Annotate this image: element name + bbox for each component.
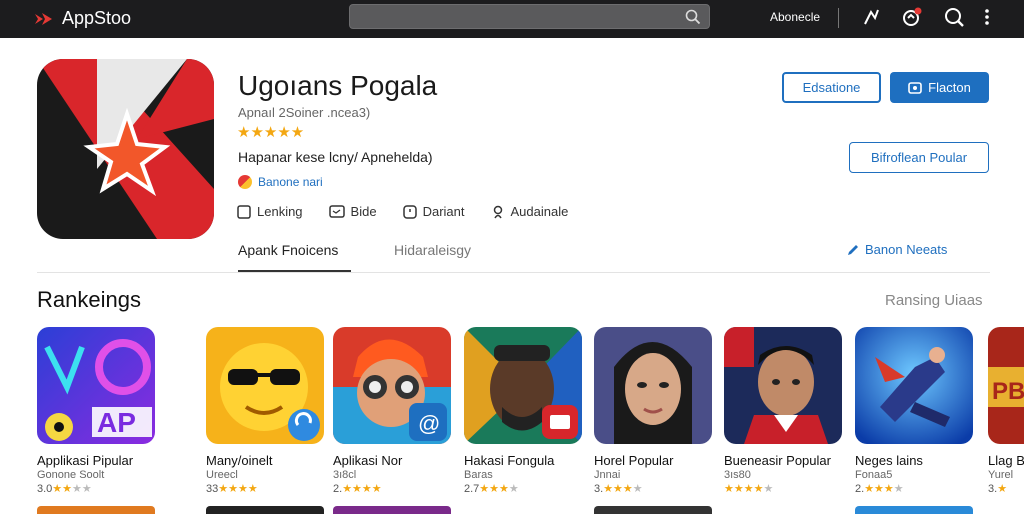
app-thumbnail[interactable]: @ <box>333 327 451 444</box>
app-subtitle: Apnaıl 2Soiner .ncea3) <box>238 105 371 120</box>
feature-list: Lenking Bide Dariant Audainale <box>237 204 594 219</box>
feature-item: Bide <box>328 204 377 219</box>
feature-item: Dariant <box>402 204 465 219</box>
svg-text:PBI: PBI <box>992 378 1024 405</box>
search-icon-top[interactable] <box>944 6 966 33</box>
app-rating: ★★★★★ <box>724 483 774 495</box>
search-input[interactable] <box>349 4 710 29</box>
app-thumbnail[interactable]: PBI <box>988 327 1024 444</box>
app-rating: 3.0★★★★ <box>37 483 92 495</box>
chat-icon <box>328 204 345 218</box>
topbar-separator <box>838 8 839 28</box>
app-category: Yurel <box>988 469 1014 481</box>
feature-label: Bide <box>350 204 377 219</box>
app-name: Hakasi Fongula <box>464 453 555 468</box>
nav-link[interactable]: Banon Neeats <box>846 242 947 257</box>
app-icon <box>37 59 214 239</box>
next-row-thumbnail <box>37 506 155 514</box>
app-thumbnail[interactable] <box>855 327 973 444</box>
app-rating: 2.★★★★ <box>333 483 382 495</box>
app-rating: 2.★★★★ <box>855 483 904 495</box>
app-thumbnail[interactable] <box>724 327 842 444</box>
app-title: Ugoıans Pogala <box>238 70 438 101</box>
section-divider <box>37 272 990 273</box>
user-label[interactable]: Abonecle <box>770 10 820 24</box>
tab-bar: Apank Fnoicens Hidaraleisgy <box>238 236 514 272</box>
app-card[interactable]: Neges lains Fonaa5 2.★★★★ <box>855 327 973 495</box>
more-icon[interactable] <box>982 6 992 33</box>
install-label: Flacton <box>928 80 971 95</box>
tab-overview[interactable]: Apank Fnoicens <box>238 236 351 272</box>
developer-name: Banone nari <box>258 175 323 189</box>
app-category: Gonone Soolt <box>37 469 105 481</box>
developer-link[interactable]: Banone nari <box>238 175 323 189</box>
see-all-link[interactable]: Ransing Uiaas <box>885 292 983 309</box>
app-card[interactable]: AP Applikasi Pipular Gonone Soolt 3.0★★★… <box>37 327 155 495</box>
share-icon[interactable] <box>862 6 882 33</box>
rankings-row: AP Applikasi Pipular Gonone Soolt 3.0★★★… <box>37 327 1024 517</box>
pencil-icon <box>848 244 858 255</box>
logo-icon <box>35 12 52 25</box>
install-icon <box>908 81 922 94</box>
app-description: Hapanar kese lcny/ Apnehelda) <box>238 149 433 165</box>
wishlist-button[interactable]: Bifroflean Poular <box>849 142 989 173</box>
next-row-thumbnail <box>333 506 451 514</box>
app-rating: 3.★ <box>988 483 1008 495</box>
tab-reviews[interactable]: Hidaraleisgy <box>394 236 471 272</box>
app-thumbnail[interactable] <box>206 327 324 444</box>
checkbox-icon <box>237 204 251 219</box>
app-category: Ureecl <box>206 469 238 481</box>
app-card[interactable]: Bueneasir Popular 3ıs80 ★★★★★ <box>724 327 842 495</box>
app-category: Jnnai <box>594 469 621 481</box>
app-name: Bueneasir Popular <box>724 453 831 468</box>
app-name: Aplikasi Nor <box>333 453 403 468</box>
app-category: 3ı8cl <box>333 469 357 481</box>
app-thumbnail[interactable]: AP <box>37 327 155 444</box>
svg-text:@: @ <box>418 411 440 436</box>
app-name: Many/oinelt <box>206 453 273 468</box>
app-card[interactable]: Many/oinelt Ureecl 33★★★★ <box>206 327 324 495</box>
developer-avatar <box>238 175 252 189</box>
app-category: Fonaa5 <box>855 469 893 481</box>
app-name: Neges lains <box>855 453 923 468</box>
feature-label: Audainale <box>510 204 569 219</box>
app-card[interactable]: Horel Popular Jnnai 3.★★★★ <box>594 327 712 495</box>
app-name: Llag B <box>988 453 1024 468</box>
nav-link-label: Banon Neeats <box>865 242 948 257</box>
feature-item: Audainale <box>491 204 569 219</box>
top-bar: AppStoo Abonecle <box>0 0 1024 38</box>
app-name: Horel Popular <box>594 453 674 468</box>
app-store-name: AppStoo <box>62 8 132 28</box>
search-icon[interactable] <box>685 9 701 30</box>
install-button[interactable]: Flacton <box>890 72 989 103</box>
next-row-thumbnail <box>855 506 973 514</box>
app-name: Applikasi Pipular <box>37 453 134 468</box>
feature-item: Lenking <box>237 204 303 219</box>
app-thumbnail[interactable] <box>594 327 712 444</box>
app-card[interactable]: @ Aplikasi Nor 3ı8cl 2.★★★★ <box>333 327 451 495</box>
app-category: Baras <box>464 469 493 481</box>
feature-label: Dariant <box>422 204 465 219</box>
secondary-action-button[interactable]: Edsatione <box>782 72 881 103</box>
app-rating-stars: ★★★★★ <box>237 124 305 141</box>
notification-icon[interactable] <box>900 6 924 33</box>
location-icon <box>493 205 502 218</box>
app-rating: 3.★★★★ <box>594 483 643 495</box>
app-card[interactable]: Hakasi Fongula Baras 2.7★★★★ <box>464 327 582 495</box>
app-rating: 33★★★★ <box>206 483 258 495</box>
app-card[interactable]: PBI Llag B Yurel 3.★ <box>988 327 1024 495</box>
app-store-logo[interactable]: AppStoo <box>34 8 131 29</box>
rankings-title: Rankeings <box>37 287 141 312</box>
next-row-thumbnail <box>206 506 324 514</box>
info-icon <box>402 204 417 219</box>
app-rating: 2.7★★★★ <box>464 483 519 495</box>
svg-text:AP: AP <box>97 407 136 438</box>
next-row-thumbnail <box>594 506 712 514</box>
app-category: 3ıs80 <box>724 469 751 481</box>
app-thumbnail[interactable] <box>464 327 582 444</box>
feature-label: Lenking <box>257 204 303 219</box>
